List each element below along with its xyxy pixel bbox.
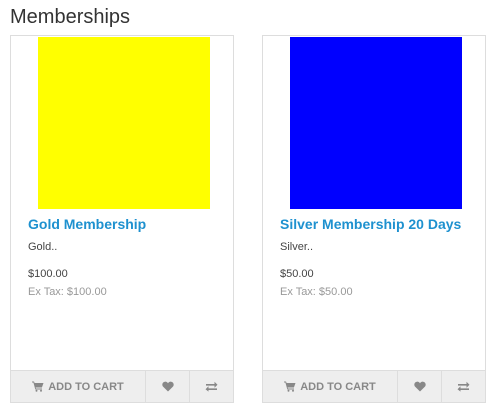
product-card: Silver Membership 20 Days Silver.. $50.0…: [262, 35, 486, 403]
product-name-link[interactable]: Gold Membership: [28, 216, 228, 232]
product-image[interactable]: [290, 37, 462, 209]
add-to-cart-label: Add to Cart: [48, 380, 124, 393]
add-to-cart-button[interactable]: Add to Cart: [10, 371, 146, 403]
product-image[interactable]: [38, 37, 210, 209]
product-price: $100.00: [28, 268, 68, 280]
product-button-group: Add to Cart: [10, 370, 234, 403]
add-to-cart-label: Add to Cart: [300, 380, 376, 393]
add-to-wishlist-button[interactable]: [146, 371, 190, 403]
exchange-icon: [205, 381, 218, 392]
add-to-wishlist-button[interactable]: [398, 371, 442, 403]
product-description: Silver..: [280, 241, 314, 253]
compare-button[interactable]: [190, 371, 234, 403]
product-price: $50.00: [280, 268, 314, 280]
heart-icon: [413, 381, 426, 392]
shopping-cart-icon: [32, 381, 44, 392]
page-title: Memberships: [10, 6, 131, 28]
heart-icon: [161, 381, 174, 392]
product-ex-tax: Ex Tax: $50.00: [280, 286, 353, 298]
shopping-cart-icon: [284, 381, 296, 392]
product-name-link[interactable]: Silver Membership 20 Days: [280, 216, 480, 232]
compare-button[interactable]: [442, 371, 486, 403]
product-ex-tax: Ex Tax: $100.00: [28, 286, 107, 298]
add-to-cart-button[interactable]: Add to Cart: [262, 371, 398, 403]
exchange-icon: [457, 381, 470, 392]
product-button-group: Add to Cart: [262, 370, 486, 403]
product-description: Gold..: [28, 241, 58, 253]
product-card: Gold Membership Gold.. $100.00 Ex Tax: $…: [10, 35, 234, 403]
